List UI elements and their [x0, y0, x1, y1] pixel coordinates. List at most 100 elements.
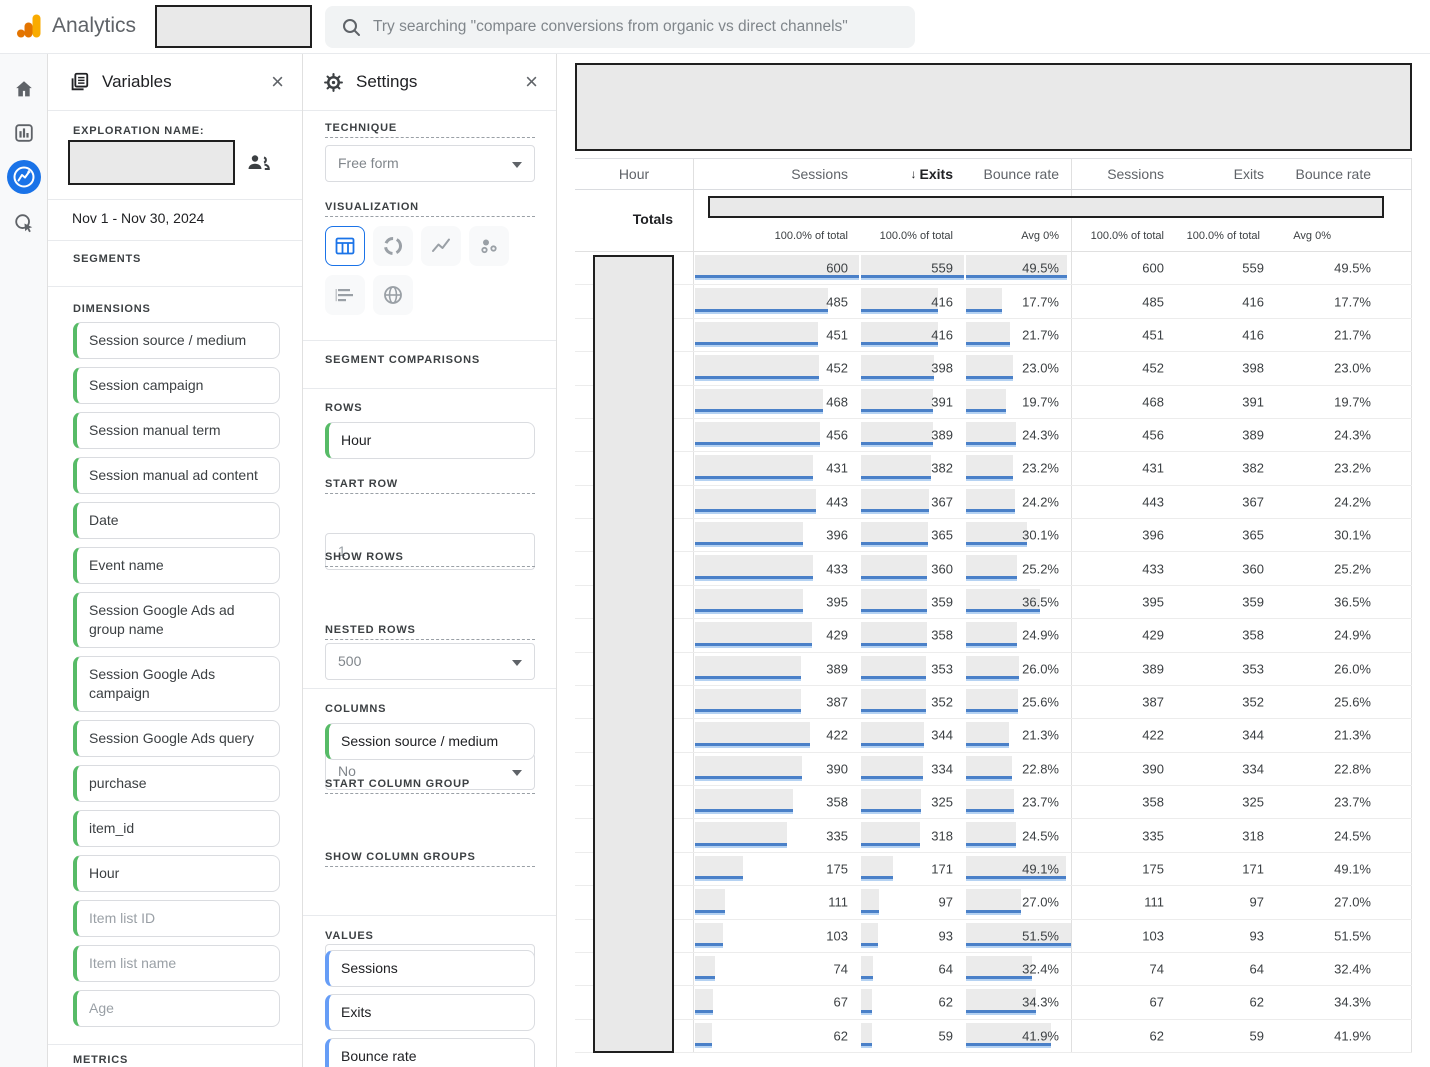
metric-cell: 59 [860, 1020, 965, 1052]
settings-title: Settings [356, 72, 513, 92]
share-users-icon[interactable] [245, 150, 271, 174]
dimension-chip[interactable]: Session Google Ads campaign [73, 656, 280, 712]
metric-cell: 335 [694, 819, 860, 851]
viz-line-tile[interactable] [421, 226, 461, 266]
dimension-chip[interactable]: Item list ID [73, 900, 280, 937]
values-list: Sessions Exits Bounce rate [325, 950, 535, 1067]
explore-icon-active[interactable] [7, 160, 41, 194]
cell-value-bar [966, 889, 1021, 912]
cell-value-bar [695, 555, 813, 578]
metric-cell: 26.0% [965, 653, 1072, 685]
visualization-tiles-row-1 [325, 226, 535, 266]
dimension-chip[interactable]: Session campaign [73, 367, 280, 404]
table-row: 45239823.0%45239823.0% [575, 352, 1412, 385]
analytics-logo[interactable]: Analytics [16, 13, 136, 39]
viz-donut-tile[interactable] [373, 226, 413, 266]
chevron-down-icon [512, 162, 522, 168]
cell-value-bar [861, 589, 927, 612]
table-row: 43336025.2%43336025.2% [575, 552, 1412, 585]
dimension-chip[interactable]: Date [73, 502, 280, 539]
metric-column-header[interactable]: ↓Exits [860, 159, 965, 189]
viz-geo-tile[interactable] [373, 275, 413, 315]
cell-value-bar [861, 389, 933, 412]
home-icon[interactable] [7, 72, 41, 106]
table-row: 39636530.1%39636530.1% [575, 519, 1412, 552]
technique-select[interactable]: Free form [325, 145, 535, 182]
metric-cell: 41.9% [1272, 1020, 1412, 1052]
rows-dimension-chip[interactable]: Hour [325, 422, 535, 459]
metric-cell: 32.4% [1272, 953, 1412, 985]
metric-cell: 335 [1072, 819, 1176, 851]
columns-dimension-chip[interactable]: Session source / medium [325, 723, 535, 760]
chevron-down-icon [512, 660, 522, 666]
metric-cell: 103 [694, 920, 860, 952]
start-column-group-label: START COLUMN GROUP [325, 778, 535, 794]
metric-cell: 22.8% [965, 753, 1072, 785]
cell-value-bar [966, 722, 1009, 745]
technique-label: TECHNIQUE [325, 122, 535, 138]
metric-cell: 36.5% [965, 586, 1072, 618]
metric-cell: 485 [694, 285, 860, 317]
dimension-chip[interactable]: Session source / medium [73, 322, 280, 359]
redacted-account-selector[interactable] [155, 5, 312, 48]
dimension-chip[interactable]: Age [73, 990, 280, 1027]
value-metric-chip[interactable]: Exits [325, 994, 535, 1031]
cell-value-bar [695, 589, 803, 612]
metric-cell: 416 [860, 285, 965, 317]
dimension-chip[interactable]: Item list name [73, 945, 280, 982]
viz-table-tile[interactable] [325, 226, 365, 266]
metric-column-header[interactable]: Sessions [694, 159, 860, 189]
viz-bar-tile[interactable] [325, 275, 365, 315]
chevron-down-icon [512, 770, 522, 776]
table-row: 43138223.2%43138223.2% [575, 452, 1412, 485]
metric-cell: 396 [694, 519, 860, 551]
metric-column-header[interactable]: Exits [1176, 159, 1272, 189]
dimension-chip[interactable]: Session manual ad content [73, 457, 280, 494]
dimension-chip[interactable]: Hour [73, 855, 280, 892]
cell-value-bar [695, 322, 818, 345]
viz-scatter-tile[interactable] [469, 226, 509, 266]
dimension-chip[interactable]: Session Google Ads ad group name [73, 592, 280, 648]
value-metric-chip[interactable]: Bounce rate [325, 1038, 535, 1067]
metric-column-header[interactable]: Bounce rate [965, 159, 1072, 189]
metric-cell: 24.9% [965, 619, 1072, 651]
metric-cell: 600 [694, 252, 860, 284]
cell-value-bar [695, 622, 812, 645]
metric-cell: 23.7% [965, 786, 1072, 818]
variables-close-icon[interactable]: × [271, 71, 284, 93]
nested-rows-label: NESTED ROWS [325, 624, 535, 640]
settings-close-icon[interactable]: × [525, 71, 538, 93]
metric-cell: 353 [860, 653, 965, 685]
dimension-chip[interactable]: Session manual term [73, 412, 280, 449]
divider [48, 286, 302, 287]
reports-icon[interactable] [7, 116, 41, 150]
metric-cell: 74 [1072, 953, 1176, 985]
cell-value-bar [966, 622, 1017, 645]
metric-cell: 429 [1072, 619, 1176, 651]
show-rows-select[interactable]: 500 [325, 643, 535, 680]
dimension-chip[interactable]: item_id [73, 810, 280, 847]
advertising-icon[interactable] [7, 206, 41, 240]
metric-cell: 175 [1072, 853, 1176, 885]
metric-cell: 25.2% [965, 552, 1072, 584]
metric-cell: 433 [1072, 552, 1176, 584]
metric-column-header[interactable]: Bounce rate [1272, 159, 1412, 189]
table-row: 60055949.5%60055949.5% [575, 252, 1412, 285]
metric-cell: 171 [1176, 853, 1272, 885]
value-metric-chip[interactable]: Sessions [325, 950, 535, 987]
dimension-chip[interactable]: Event name [73, 547, 280, 584]
date-range[interactable]: Nov 1 - Nov 30, 2024 [72, 210, 204, 226]
dimension-chip[interactable]: Session Google Ads query [73, 720, 280, 757]
redacted-exploration-name-input[interactable] [68, 140, 235, 185]
metric-cell: 32.4% [965, 953, 1072, 985]
metric-cell: 344 [860, 719, 965, 751]
hour-column-header[interactable]: Hour [575, 159, 694, 189]
metric-cell: 390 [694, 753, 860, 785]
metric-column-header[interactable]: Sessions [1072, 159, 1176, 189]
divider [303, 340, 556, 341]
dimension-chip[interactable]: purchase [73, 765, 280, 802]
cell-value-bar [695, 455, 813, 478]
cell-value-bar [861, 322, 938, 345]
search-input[interactable]: Try searching "compare conversions from … [325, 6, 915, 48]
cell-value-bar [966, 656, 1019, 679]
